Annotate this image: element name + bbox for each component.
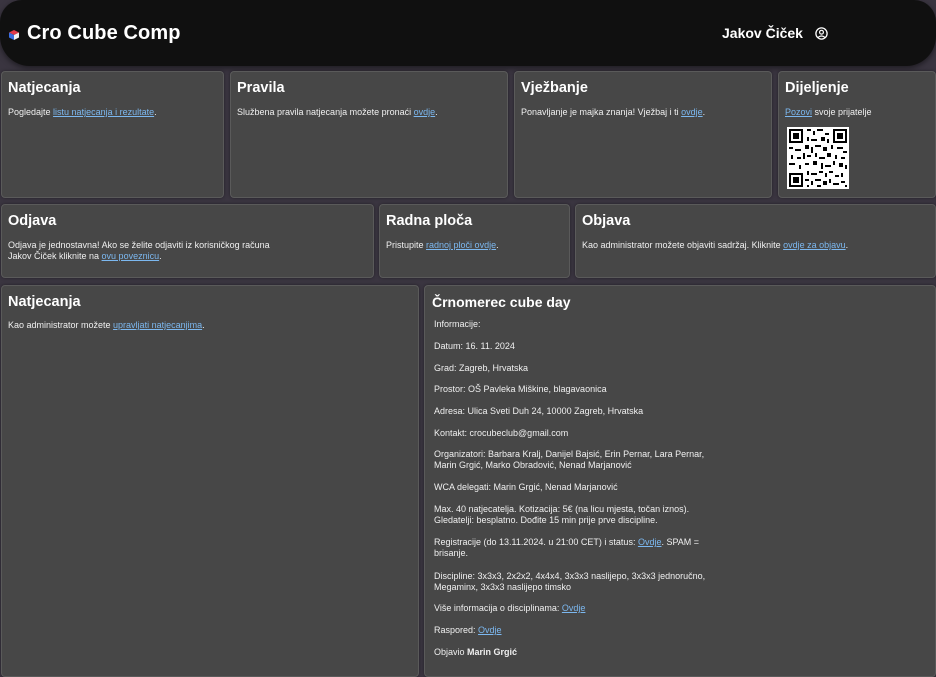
card-odjava: Odjava Odjava je jednostavna! Ako se žel… [1,204,374,278]
card-title: Odjava [8,213,57,229]
card-pravila: Pravila Službena pravila natjecanja može… [230,71,508,198]
card-text: Službena pravila natjecanja možete prona… [237,107,438,117]
invite-link[interactable]: Pozovi [785,107,812,117]
qr-code-image [787,127,849,189]
card-title: Objava [582,213,631,229]
card-text: Kao administrator možete upravljati natj… [8,320,205,330]
post-title: Črnomerec cube day [432,294,571,310]
post-grad: Grad: Zagreb, Hrvatska [434,363,529,373]
post-card: Črnomerec cube day Informacije: Datum: 1… [424,285,936,677]
card-vjezbanje: Vježbanje Ponavljanje je majka znanja! V… [514,71,772,198]
card-text: Odjava je jednostavna! Ako se želite odj… [8,240,270,261]
card-objava: Objava Kao administrator možete objaviti… [575,204,936,278]
user-account-icon[interactable] [815,26,828,40]
post-max-kotizacija: Max. 40 natjecatelja. Kotizacija: 5€ (na… [434,504,690,525]
schedule-link[interactable]: Ovdje [478,625,502,635]
manage-competitions-link[interactable]: upravljati natjecanjima [113,320,202,330]
post-registracije: Registracije (do 13.11.2024. u 21:00 CET… [434,537,700,558]
card-title: Pravila [237,80,285,96]
cube-logo-icon [8,28,20,40]
post-vise-informacija: Više informacija o disciplinama: Ovdje [434,603,586,613]
card-natjecanja: Natjecanja Pogledajte listu natjecanja i… [1,71,224,198]
card-title: Natjecanja [8,80,81,96]
card-dijeljenje: Dijeljenje Pozovi svoje prijatelje [778,71,936,198]
post-organizatori: Organizatori: Barbara Kralj, Danijel Baj… [434,449,705,470]
user-name: Jakov Čiček [722,25,803,41]
disciplines-info-link[interactable]: Ovdje [562,603,586,613]
post-kontakt: Kontakt: crocubeclub@gmail.com [434,428,569,438]
top-header: Cro Cube Comp Jakov Čiček [0,0,936,66]
card-text: Pozovi svoje prijatelje [785,107,872,117]
author-name: Marin Grgić [467,647,518,657]
card-text: Pogledajte listu natjecanja i rezultate. [8,107,157,117]
post-adresa: Adresa: Ulica Sveti Duh 24, 10000 Zagreb… [434,406,644,416]
post-prostor: Prostor: OŠ Pavleka Miškine, blagavaonic… [434,384,607,394]
post-wca-delegati: WCA delegati: Marin Grgić, Nenad Marjano… [434,482,618,492]
competitions-results-link[interactable]: listu natjecanja i rezultate [53,107,154,117]
post-raspored: Raspored: Ovdje [434,625,502,635]
card-text: Pristupite radnoj ploči ovdje. [386,240,499,250]
post-informacije: Informacije: [434,319,481,329]
user-menu[interactable]: Jakov Čiček [722,25,828,41]
card-text: Kao administrator možete objaviti sadrža… [582,240,849,250]
card-text: Ponavljanje je majka znanja! Vježbaj i t… [521,107,706,117]
card-title: Vježbanje [521,80,588,96]
rules-link[interactable]: ovdje [414,107,436,117]
publish-link[interactable]: ovdje za objavu [783,240,846,250]
card-title: Radna ploča [386,213,473,229]
post-author: Objavio Marin Grgić [434,647,518,657]
post-discipline: Discipline: 3x3x3, 2x2x2, 4x4x4, 3x3x3 n… [434,571,706,592]
logo[interactable]: Cro Cube Comp [8,22,181,45]
card-title: Natjecanja [8,294,81,310]
practice-link[interactable]: ovdje [681,107,703,117]
card-radna-ploca: Radna ploča Pristupite radnoj ploči ovdj… [379,204,570,278]
logout-link[interactable]: ovu poveznicu [102,251,160,261]
dashboard-link[interactable]: radnoj ploči ovdje [426,240,496,250]
post-datum: Datum: 16. 11. 2024 [434,341,515,351]
card-title: Dijeljenje [785,80,849,96]
registration-link[interactable]: Ovdje [638,537,662,547]
card-natjecanja-admin: Natjecanja Kao administrator možete upra… [1,285,419,677]
app-title: Cro Cube Comp [27,22,181,44]
